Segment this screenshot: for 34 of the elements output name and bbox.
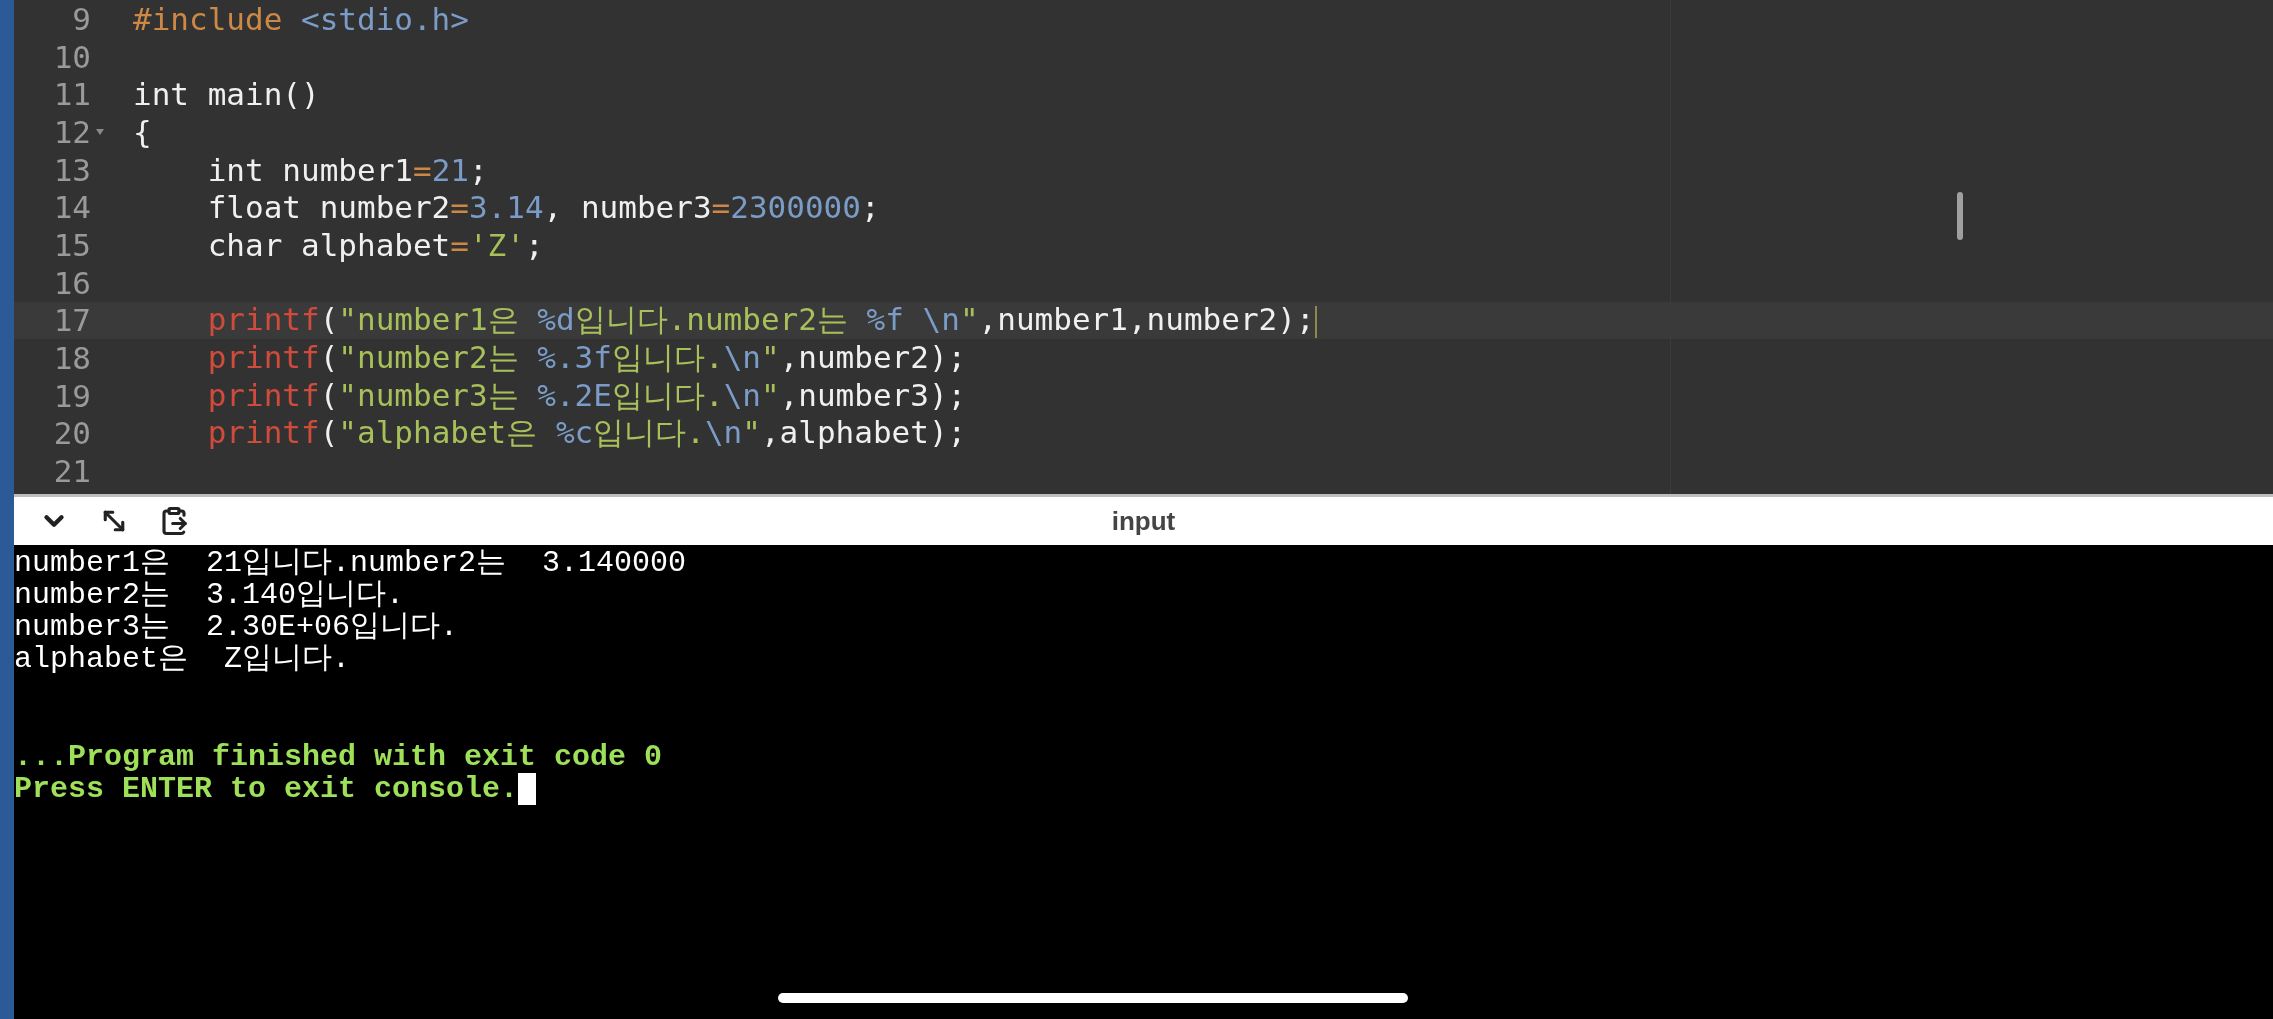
line-number: 21 [52, 453, 91, 490]
line-number: 15 [52, 226, 91, 263]
code-text: { [133, 113, 152, 150]
line-number: 11 [52, 76, 91, 113]
line-number: 10 [52, 38, 91, 75]
line-number: 17 [52, 302, 91, 339]
code-text: char alphabet='Z'; [206, 226, 544, 263]
console-line: number1은 21입니다.number2는 3.140000 [14, 546, 687, 580]
code-text: int main() [133, 76, 320, 113]
console-line: alphabet은 Z입니다. [14, 642, 351, 676]
console-line: ...Program finished with exit code 0 [14, 740, 663, 774]
code-text: printf("number2는 %.3f입니다.\n",number2); [206, 338, 967, 378]
console-title: input [1111, 505, 1176, 537]
console-line: number2는 3.140입니다. [14, 578, 405, 612]
line-number: 16 [52, 264, 91, 301]
line-number: 20 [52, 415, 91, 452]
clipboard-icon [159, 506, 189, 536]
console-line: number3는 2.30E+06입니다. [14, 610, 459, 644]
console-line: Press ENTER to exit console. [14, 772, 519, 806]
line-number: 12 [52, 113, 91, 150]
code-text: printf("alphabet은 %c입니다.\n",alphabet); [206, 413, 967, 453]
line-number: 18 [52, 340, 91, 377]
fold-caret-icon[interactable] [95, 127, 105, 136]
line-number: 13 [52, 151, 91, 188]
code-text: printf("number1은 %d입니다.number2는 %f \n",number1,number2); [206, 300, 1317, 340]
code-text: int number1=21; [206, 151, 488, 188]
scrollbar-thumb[interactable] [1957, 192, 1963, 240]
line-number: 19 [52, 377, 91, 414]
code-text: printf("number3는 %.2E입니다.\n",number3); [206, 375, 967, 415]
code-text: float number2=3.14, number3=2300000; [206, 189, 880, 226]
code-text: #include <stdio.h> [133, 0, 469, 37]
line-number: 14 [52, 189, 91, 226]
code-editor[interactable] [14, 0, 2273, 497]
line-number: 9 [71, 0, 91, 37]
